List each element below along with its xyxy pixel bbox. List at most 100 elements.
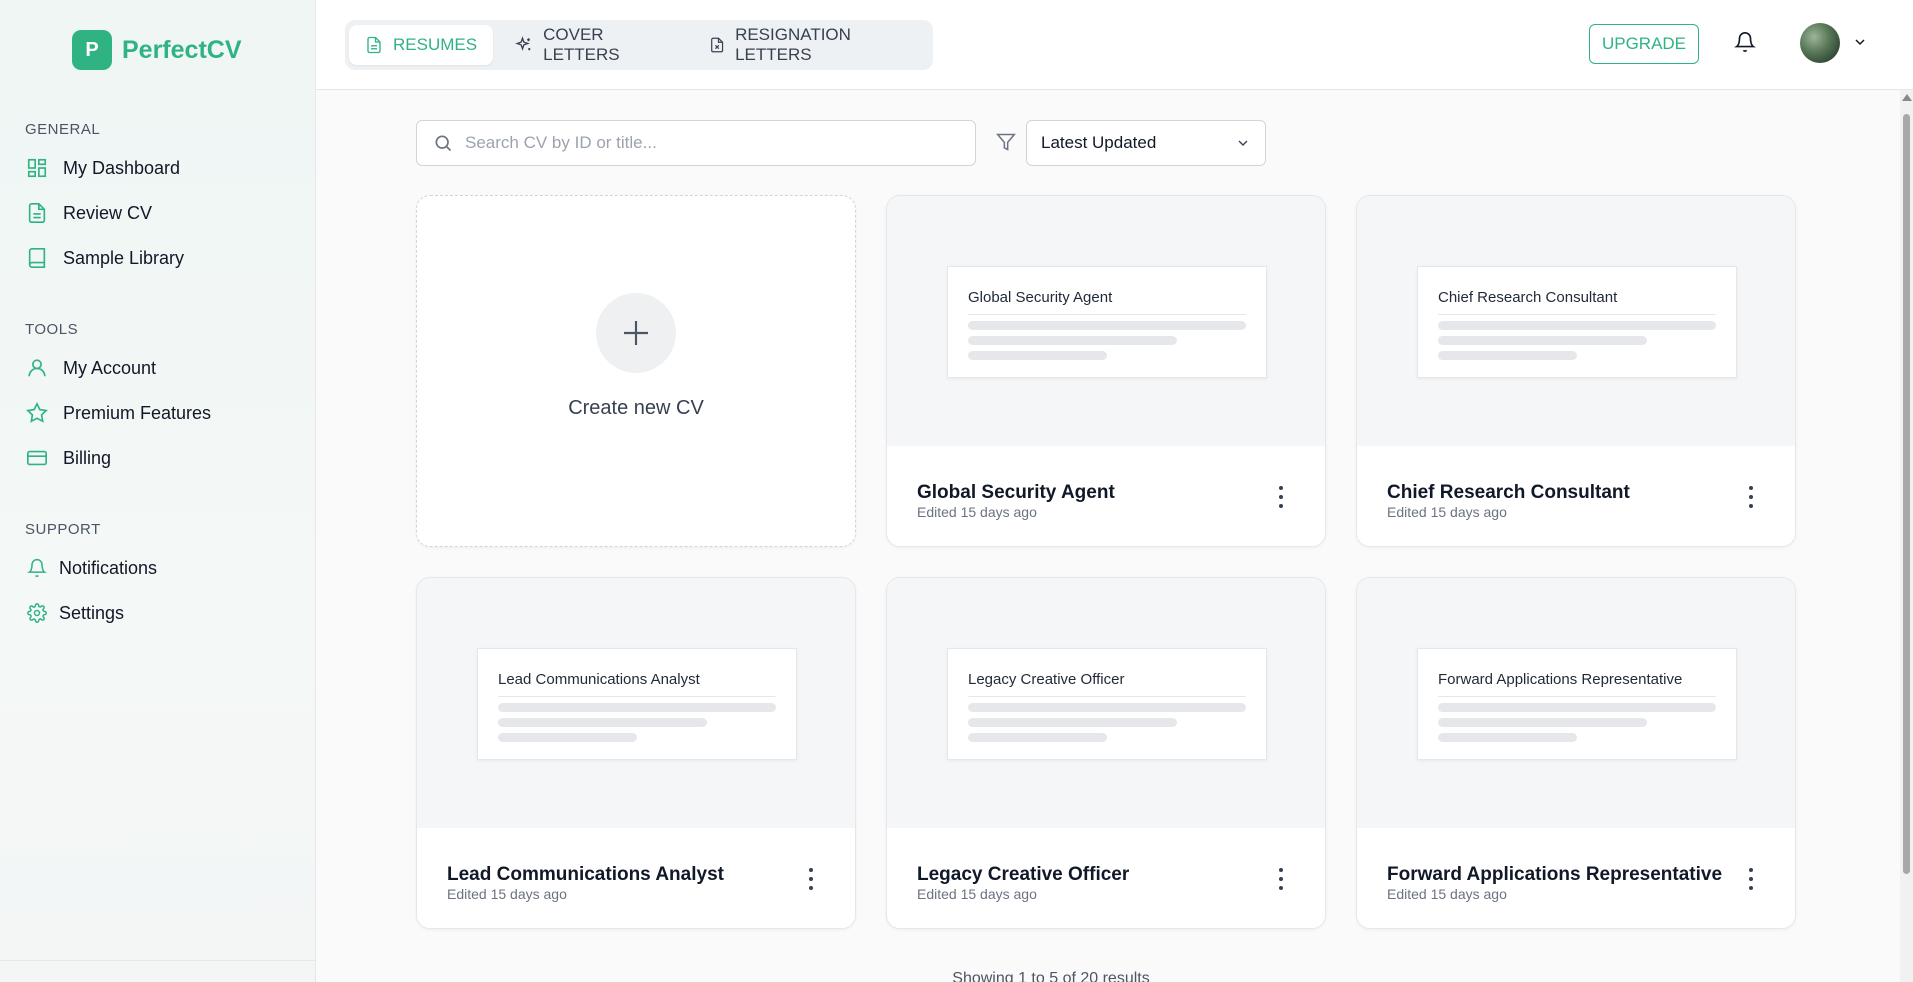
cv-title[interactable]: Lead Communications Analyst — [447, 864, 724, 886]
cv-title[interactable]: Global Security Agent — [917, 482, 1115, 504]
placeholder-line — [968, 336, 1177, 345]
star-icon — [25, 401, 49, 425]
cv-thumbnail: Forward Applications Representative — [1417, 648, 1737, 760]
cv-preview[interactable]: Global Security Agent — [887, 196, 1325, 446]
chevron-down-icon — [1238, 140, 1248, 146]
cv-edited-time: Edited 15 days ago — [917, 886, 1037, 902]
credit-card-icon — [25, 446, 49, 470]
tab-resumes[interactable]: RESUMES — [349, 25, 494, 65]
placeholder-line — [1438, 718, 1647, 727]
cv-title[interactable]: Legacy Creative Officer — [917, 864, 1129, 886]
cv-edited-time: Edited 15 days ago — [1387, 504, 1507, 520]
cv-card[interactable]: Lead Communications Analyst Lead Communi… — [416, 577, 856, 929]
cv-card-footer: Forward Applications Representative Edit… — [1357, 828, 1795, 928]
cv-card[interactable]: Global Security Agent Global Security Ag… — [886, 195, 1326, 547]
upgrade-button[interactable]: UPGRADE — [1589, 24, 1699, 64]
document-icon — [25, 201, 49, 225]
gear-icon — [25, 601, 49, 625]
more-options-icon[interactable] — [1279, 868, 1285, 890]
logo-mark: P — [72, 30, 112, 70]
bell-icon — [25, 556, 49, 580]
placeholder-line — [968, 351, 1107, 360]
sidebar-item-label: Review CV — [63, 202, 153, 223]
placeholder-line — [1438, 336, 1647, 345]
sidebar-item-premium-features[interactable]: Premium Features — [25, 401, 211, 425]
cv-card[interactable]: Forward Applications Representative Forw… — [1356, 577, 1796, 929]
search-box — [416, 120, 976, 166]
sidebar-item-label: Billing — [63, 447, 112, 468]
create-cv-card[interactable]: Create new CV — [416, 195, 856, 547]
cv-thumbnail: Chief Research Consultant — [1417, 266, 1737, 378]
pagination-summary: Showing 1 to 5 of 20 results — [952, 970, 1150, 982]
top-header: RESUMES COVER LETTERS RESIGNATION LETTER… — [316, 0, 1913, 90]
notifications-bell-icon[interactable] — [1734, 30, 1758, 58]
sidebar-item-review-cv[interactable]: Review CV — [25, 201, 152, 225]
placeholder-line — [1438, 703, 1716, 712]
placeholder-line — [968, 733, 1107, 742]
sidebar-item-notifications[interactable]: Notifications — [25, 556, 157, 580]
cv-preview[interactable]: Chief Research Consultant — [1357, 196, 1795, 446]
logo[interactable]: P PerfectCV — [72, 30, 242, 70]
cv-edited-time: Edited 15 days ago — [447, 886, 567, 902]
cv-thumbnail: Legacy Creative Officer — [947, 648, 1267, 760]
sidebar-item-billing[interactable]: Billing — [25, 446, 111, 470]
thumbnail-title: Global Security Agent — [968, 289, 1246, 315]
thumbnail-title: Forward Applications Representative — [1438, 671, 1716, 697]
cv-thumbnail: Global Security Agent — [947, 266, 1267, 378]
search-icon — [435, 135, 452, 152]
section-title-general: GENERAL — [25, 121, 101, 138]
placeholder-line — [498, 733, 637, 742]
sidebar-item-my-account[interactable]: My Account — [25, 356, 156, 380]
scroll-up-arrow-icon[interactable] — [1902, 94, 1912, 101]
more-options-icon[interactable] — [1749, 868, 1755, 890]
more-options-icon[interactable] — [809, 868, 815, 890]
tab-resignation-letters[interactable]: RESIGNATION LETTERS — [693, 25, 929, 65]
sort-select-value: Latest Updated — [1041, 133, 1157, 152]
logo-text: PerfectCV — [122, 35, 242, 64]
sidebar-item-sample-library[interactable]: Sample Library — [25, 246, 184, 270]
cv-card[interactable]: Chief Research Consultant Chief Research… — [1356, 195, 1796, 547]
file-x-icon — [710, 37, 723, 53]
thumbnail-title: Lead Communications Analyst — [498, 671, 776, 697]
plus-icon — [596, 292, 676, 373]
cv-preview[interactable]: Lead Communications Analyst — [417, 578, 855, 828]
book-icon — [25, 246, 49, 270]
scrollbar[interactable] — [1900, 90, 1913, 982]
cv-preview[interactable]: Legacy Creative Officer — [887, 578, 1325, 828]
cv-preview[interactable]: Forward Applications Representative — [1357, 578, 1795, 828]
tab-cover-letters[interactable]: COVER LETTERS — [499, 25, 687, 65]
more-options-icon[interactable] — [1279, 486, 1285, 508]
placeholder-line — [968, 718, 1177, 727]
tab-label: RESIGNATION LETTERS — [735, 25, 851, 64]
placeholder-line — [968, 703, 1246, 712]
search-input[interactable] — [465, 133, 945, 153]
placeholder-line — [1438, 321, 1716, 330]
thumbnail-title: Legacy Creative Officer — [968, 671, 1246, 697]
document-icon — [367, 36, 381, 54]
sidebar-item-label: Sample Library — [63, 247, 185, 268]
filter-icon[interactable] — [996, 132, 1018, 154]
sort-select[interactable]: Latest Updated — [1026, 120, 1266, 166]
placeholder-line — [968, 321, 1246, 330]
sidebar-item-settings[interactable]: Settings — [25, 601, 124, 625]
more-options-icon[interactable] — [1749, 486, 1755, 508]
cv-edited-time: Edited 15 days ago — [917, 504, 1037, 520]
cv-title[interactable]: Chief Research Consultant — [1387, 482, 1630, 504]
main-content: Latest Updated Create new CV Global Secu… — [316, 90, 1913, 982]
avatar[interactable] — [1800, 23, 1840, 63]
placeholder-line — [498, 718, 707, 727]
sidebar-item-my-dashboard[interactable]: My Dashboard — [25, 156, 180, 180]
chevron-down-icon[interactable] — [1852, 34, 1868, 50]
section-title-tools: TOOLS — [25, 321, 79, 338]
cv-thumbnail: Lead Communications Analyst — [477, 648, 797, 760]
tab-label: RESUMES — [393, 35, 478, 54]
user-icon — [25, 356, 49, 380]
cv-card-footer: Legacy Creative Officer Edited 15 days a… — [887, 828, 1325, 928]
section-title-support: SUPPORT — [25, 521, 101, 538]
placeholder-line — [498, 703, 776, 712]
cv-card[interactable]: Legacy Creative Officer Legacy Creative … — [886, 577, 1326, 929]
scrollbar-thumb[interactable] — [1903, 114, 1910, 874]
sidebar-item-label: My Account — [63, 357, 157, 378]
cv-title[interactable]: Forward Applications Representative — [1387, 864, 1722, 886]
sidebar-item-label: My Dashboard — [63, 157, 181, 178]
